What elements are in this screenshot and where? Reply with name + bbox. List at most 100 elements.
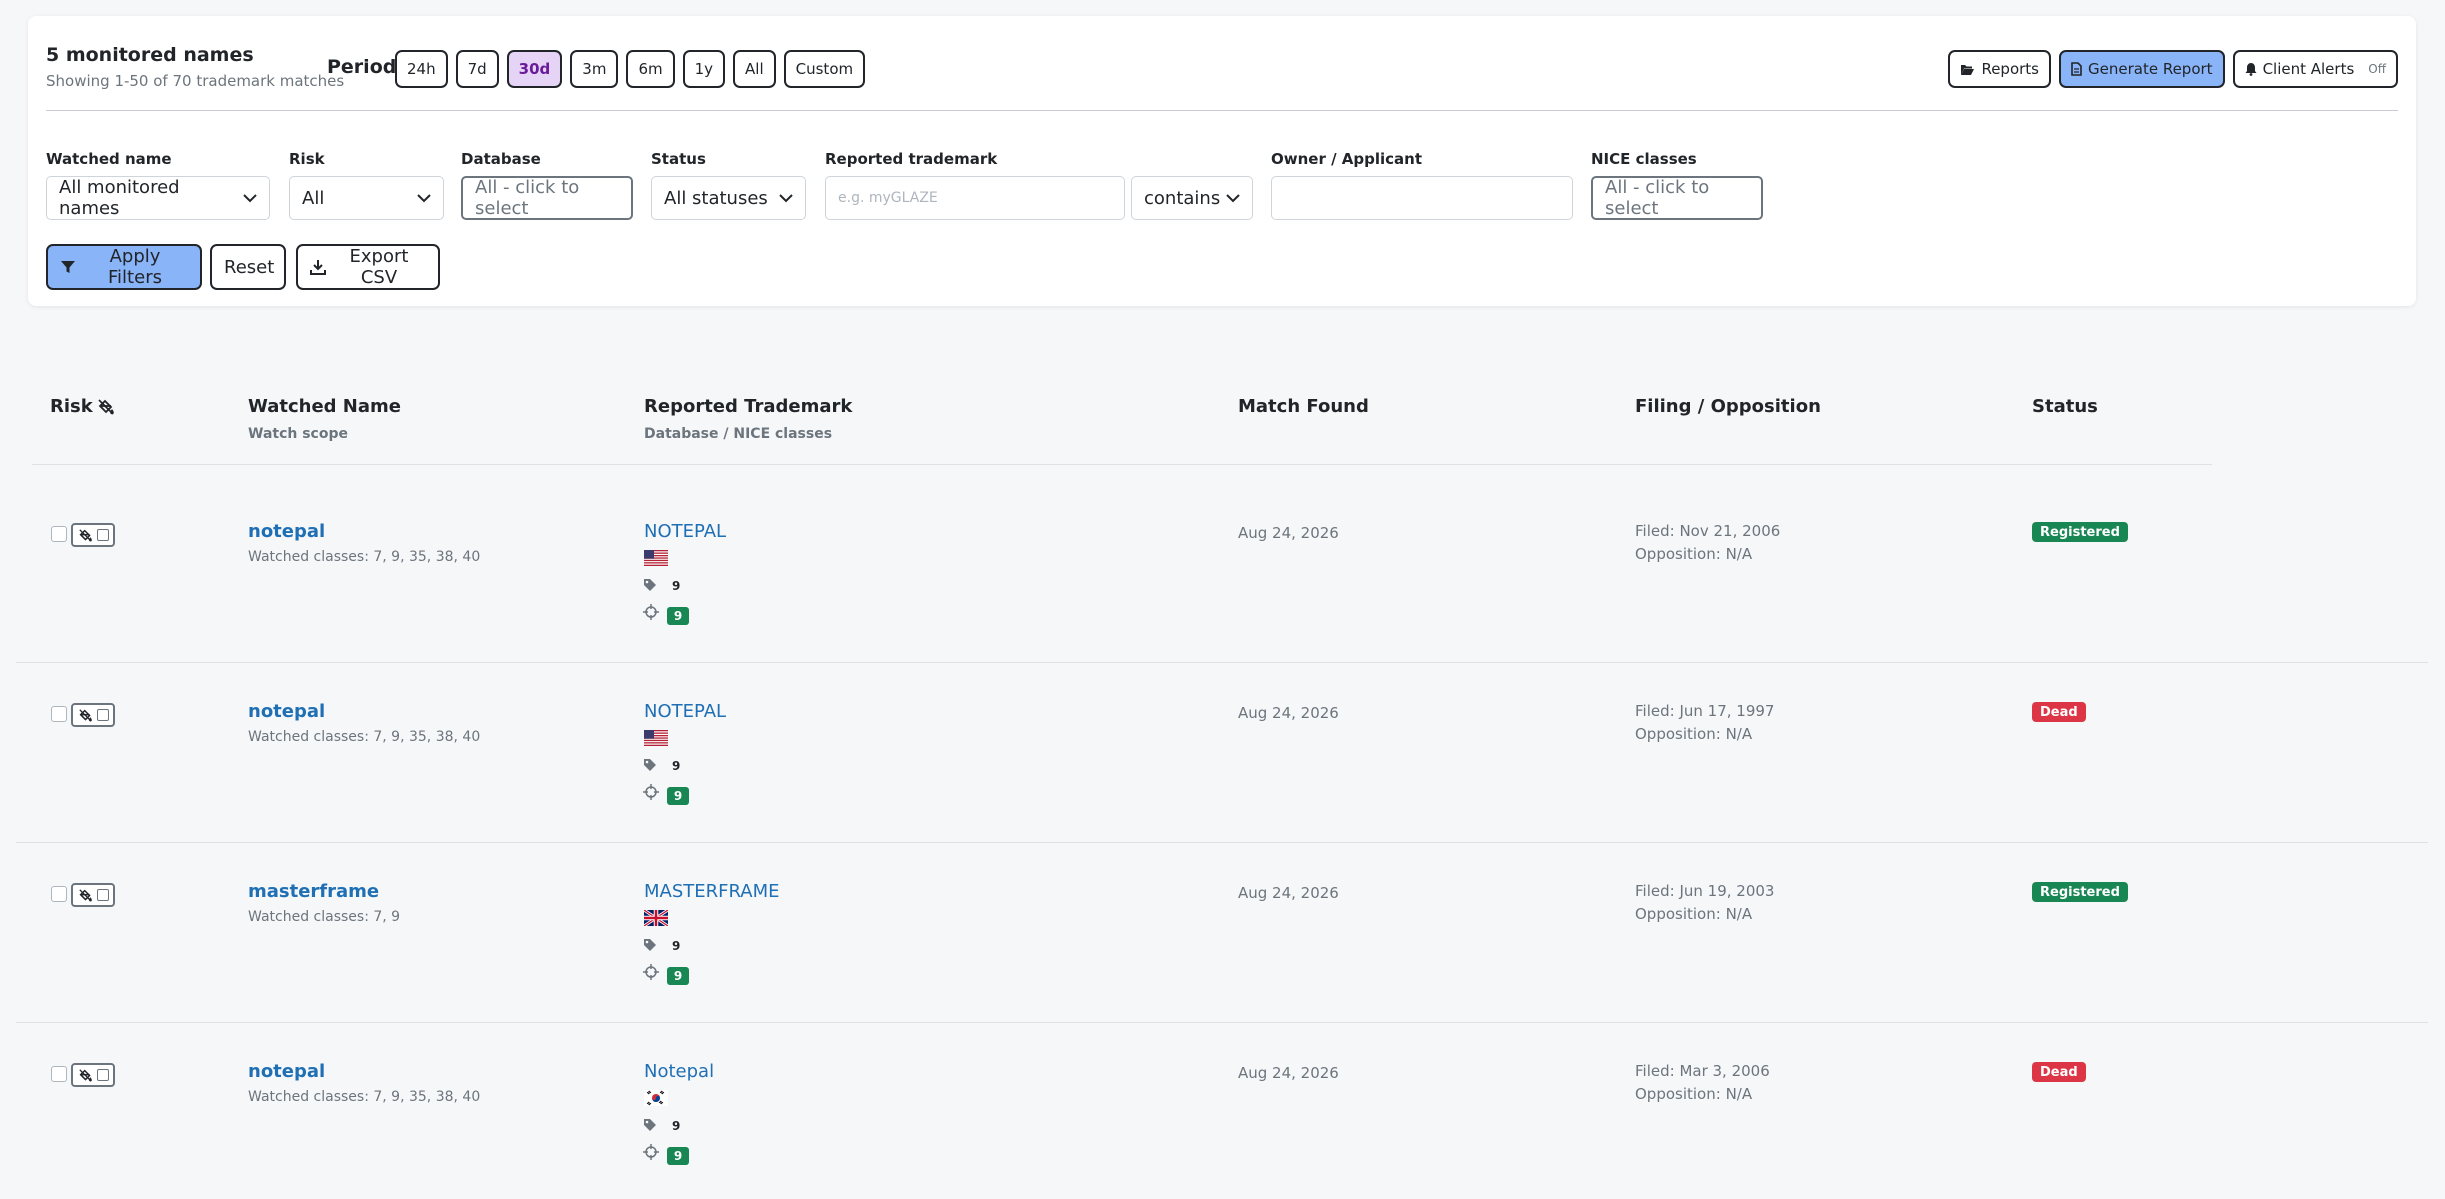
paint-bucket-icon bbox=[78, 708, 93, 722]
risk-toggle[interactable] bbox=[71, 523, 115, 547]
status-badge: Dead bbox=[2032, 702, 2086, 722]
status-label: Status bbox=[651, 150, 706, 168]
us-flag-icon bbox=[644, 550, 668, 566]
period-1y-button[interactable]: 1y bbox=[682, 50, 726, 88]
paint-bucket-icon bbox=[78, 528, 93, 542]
watched-name-link[interactable]: notepal bbox=[248, 701, 325, 722]
nice-classes-label: NICE classes bbox=[1591, 150, 1697, 168]
period-3m-button[interactable]: 3m bbox=[570, 50, 619, 88]
summary-subtitle: Showing 1-50 of 70 trademark matches bbox=[46, 72, 345, 90]
period-custom-button[interactable]: Custom bbox=[783, 50, 866, 88]
risk-checkbox[interactable] bbox=[97, 1069, 109, 1081]
chevron-down-icon bbox=[1226, 193, 1240, 203]
period-7d-button[interactable]: 7d bbox=[455, 50, 499, 88]
database-nice-subheader: Database / NICE classes bbox=[644, 426, 833, 442]
generate-report-button[interactable]: Generate Report bbox=[2059, 50, 2225, 88]
nice-class-badge: 9 bbox=[667, 787, 689, 805]
paint-bucket-icon bbox=[97, 398, 115, 415]
period-24h-button[interactable]: 24h bbox=[395, 50, 448, 88]
period-selector: 24h 7d 30d 3m 6m 1y All Custom bbox=[395, 50, 866, 88]
row-select-checkbox[interactable] bbox=[51, 886, 67, 902]
table-row[interactable]: notepal Watched classes: 7, 9, 35, 38, 4… bbox=[0, 660, 2445, 840]
crosshair-icon bbox=[643, 1144, 659, 1160]
period-30d-button[interactable]: 30d bbox=[506, 50, 563, 88]
risk-column-header[interactable]: Risk bbox=[50, 396, 115, 417]
filed-date: Filed: Mar 3, 2006 bbox=[1635, 1062, 1770, 1080]
reported-trademark-input[interactable]: e.g. myGLAZE bbox=[825, 176, 1125, 220]
class-tag-value: 9 bbox=[672, 1119, 681, 1133]
reports-button[interactable]: Reports bbox=[1948, 50, 2051, 88]
chevron-down-icon bbox=[779, 193, 793, 203]
table-header-divider bbox=[32, 464, 2212, 465]
us-flag-icon bbox=[644, 730, 668, 746]
nice-class-badge: 9 bbox=[667, 1147, 689, 1165]
match-mode-select[interactable]: contains bbox=[1131, 176, 1253, 220]
export-csv-button[interactable]: Export CSV bbox=[296, 244, 440, 290]
trademark-link[interactable]: Notepal bbox=[644, 1061, 714, 1082]
download-icon bbox=[310, 259, 326, 275]
class-tag-value: 9 bbox=[672, 759, 681, 773]
risk-toggle[interactable] bbox=[71, 1063, 115, 1087]
row-select-checkbox[interactable] bbox=[51, 526, 67, 542]
kr-flag-icon bbox=[644, 1090, 668, 1106]
watch-scope: Watched classes: 7, 9, 35, 38, 40 bbox=[248, 549, 481, 565]
period-all-button[interactable]: All bbox=[733, 50, 776, 88]
crosshair-icon bbox=[643, 784, 659, 800]
filter-card: 5 monitored names Showing 1-50 of 70 tra… bbox=[28, 16, 2416, 306]
class-tag-value: 9 bbox=[672, 579, 681, 593]
row-select-checkbox[interactable] bbox=[51, 1066, 67, 1082]
table-row[interactable]: notepal Watched classes: 7, 9, 35, 38, 4… bbox=[0, 480, 2445, 660]
risk-header-label: Risk bbox=[50, 396, 93, 417]
tag-icon bbox=[643, 758, 657, 772]
opposition-info: Opposition: N/A bbox=[1635, 905, 1753, 923]
toolbar: Reports Generate Report Client Alerts Of… bbox=[1948, 50, 2398, 88]
risk-checkbox[interactable] bbox=[97, 529, 109, 541]
match-found-column-header: Match Found bbox=[1238, 396, 1369, 417]
export-csv-label: Export CSV bbox=[349, 246, 409, 288]
watch-scope: Watched classes: 7, 9, 35, 38, 40 bbox=[248, 729, 481, 745]
owner-input[interactable] bbox=[1271, 176, 1573, 220]
status-select[interactable]: All statuses bbox=[651, 176, 806, 220]
database-label: Database bbox=[461, 150, 541, 168]
watched-name-link[interactable]: masterframe bbox=[248, 881, 379, 902]
match-found-date: Aug 24, 2026 bbox=[1238, 884, 1339, 902]
filter-icon bbox=[60, 259, 76, 275]
apply-filters-label: Apply Filters bbox=[108, 246, 162, 288]
opposition-info: Opposition: N/A bbox=[1635, 1085, 1753, 1103]
class-tag-value: 9 bbox=[672, 939, 681, 953]
apply-filters-button[interactable]: Apply Filters bbox=[46, 244, 202, 290]
status-value: All statuses bbox=[664, 187, 768, 209]
nice-class-badge: 9 bbox=[667, 607, 689, 625]
card-divider bbox=[46, 110, 2398, 111]
watch-scope: Watched classes: 7, 9, 35, 38, 40 bbox=[248, 1089, 481, 1105]
risk-checkbox[interactable] bbox=[97, 889, 109, 901]
risk-value: All bbox=[302, 187, 325, 209]
watched-name-link[interactable]: notepal bbox=[248, 521, 325, 542]
watched-name-select[interactable]: All monitored names bbox=[46, 176, 270, 220]
nice-classes-multiselect[interactable]: All - click to select bbox=[1591, 176, 1763, 220]
database-multiselect[interactable]: All - click to select bbox=[461, 176, 633, 220]
row-select-checkbox[interactable] bbox=[51, 706, 67, 722]
period-6m-button[interactable]: 6m bbox=[626, 50, 675, 88]
risk-toggle[interactable] bbox=[71, 703, 115, 727]
period-label: Period bbox=[327, 56, 397, 78]
reset-button[interactable]: Reset bbox=[210, 244, 286, 290]
trademark-link[interactable]: NOTEPAL bbox=[644, 521, 726, 542]
risk-select[interactable]: All bbox=[289, 176, 444, 220]
match-found-date: Aug 24, 2026 bbox=[1238, 1064, 1339, 1082]
trademark-link[interactable]: NOTEPAL bbox=[644, 701, 726, 722]
watched-name-link[interactable]: notepal bbox=[248, 1061, 325, 1082]
watched-name-column-header: Watched Name bbox=[248, 396, 401, 417]
paint-bucket-icon bbox=[78, 888, 93, 902]
filed-date: Filed: Nov 21, 2006 bbox=[1635, 522, 1781, 540]
filed-date: Filed: Jun 19, 2003 bbox=[1635, 882, 1775, 900]
trademark-link[interactable]: MASTERFRAME bbox=[644, 881, 780, 902]
paint-bucket-icon bbox=[78, 1068, 93, 1082]
client-alerts-button[interactable]: Client Alerts Off bbox=[2232, 50, 2398, 88]
table-row[interactable]: notepal Watched classes: 7, 9, 35, 38, 4… bbox=[0, 1020, 2445, 1199]
reported-trademark-label: Reported trademark bbox=[825, 150, 998, 168]
table-row[interactable]: masterframe Watched classes: 7, 9 MASTER… bbox=[0, 840, 2445, 1020]
risk-toggle[interactable] bbox=[71, 883, 115, 907]
risk-label: Risk bbox=[289, 150, 325, 168]
risk-checkbox[interactable] bbox=[97, 709, 109, 721]
